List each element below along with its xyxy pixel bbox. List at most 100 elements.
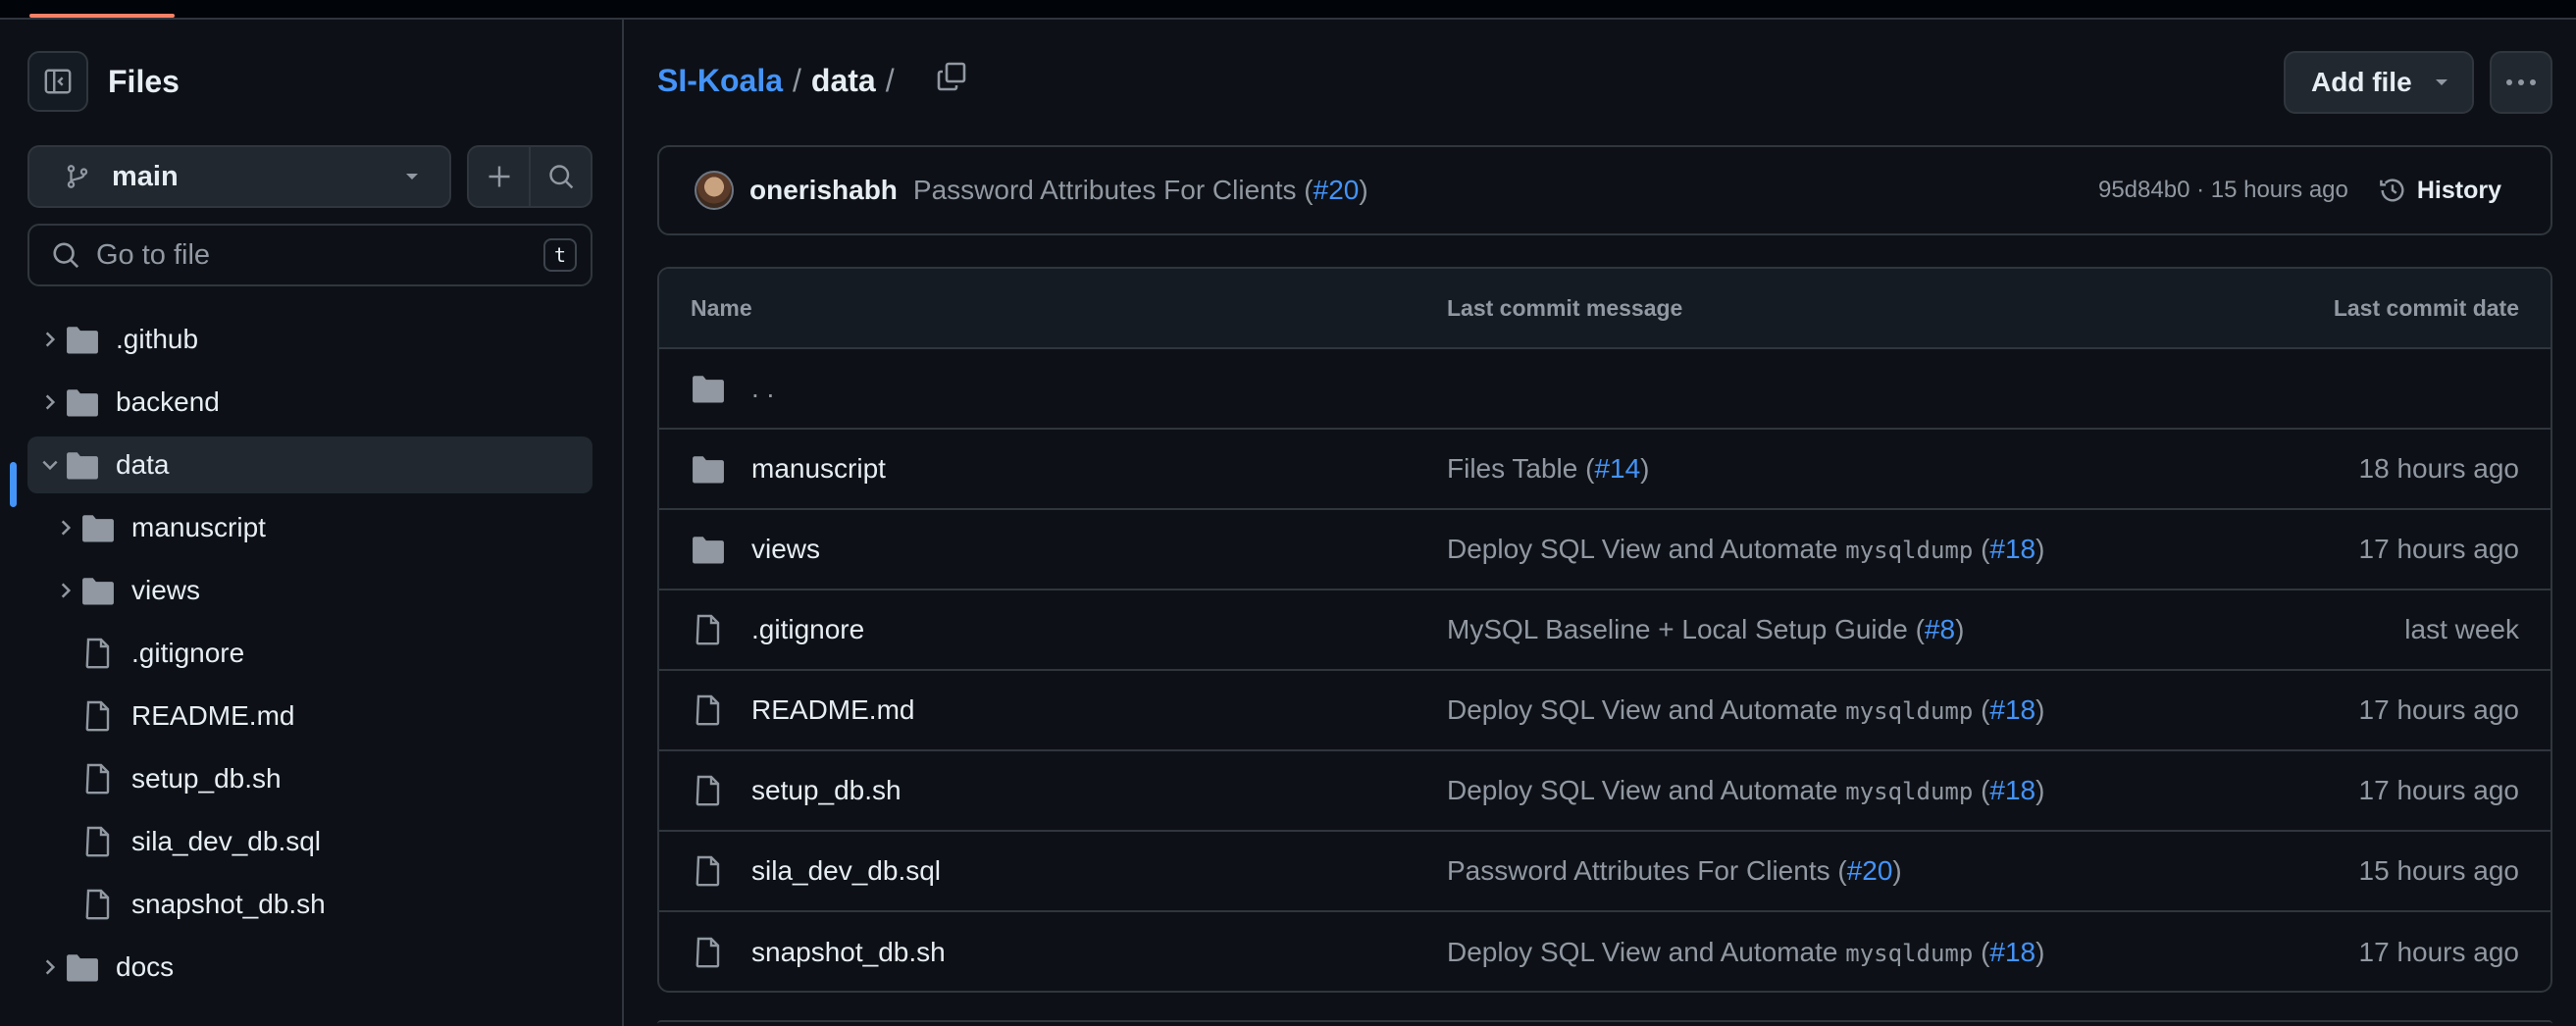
commit-message-text: Deploy SQL View and Automate	[1447, 694, 1846, 725]
tree-item-folder[interactable]: views	[27, 562, 592, 619]
chevron-down-icon[interactable]	[35, 458, 65, 472]
commit-message-cell[interactable]: Files Table (#14)	[1447, 453, 2127, 485]
tree-item-label: data	[116, 449, 170, 480]
commit-pr-link[interactable]: #18	[1989, 534, 2035, 564]
commit-message-end: )	[1892, 855, 1902, 886]
chevron-right-icon[interactable]	[51, 518, 80, 538]
name-cell: README.md	[691, 694, 1447, 726]
commit-pr-link[interactable]: #18	[1989, 775, 2035, 805]
commit-pr-link[interactable]: #8	[1925, 614, 1955, 644]
commit-message-end: )	[1955, 614, 1965, 644]
go-to-file-input[interactable]	[96, 238, 543, 272]
file-name-link[interactable]: manuscript	[751, 453, 886, 485]
commit-message-cell[interactable]: Deploy SQL View and Automate mysqldump (…	[1447, 694, 2127, 726]
avatar[interactable]	[695, 171, 734, 210]
chevron-right-icon[interactable]	[35, 330, 65, 349]
branch-selector[interactable]: main	[27, 145, 451, 208]
file-name-link[interactable]: views	[751, 534, 820, 565]
tree-item-file[interactable]: .gitignore	[27, 625, 592, 682]
commit-pr-link[interactable]: #20	[1847, 855, 1893, 886]
file-name-link[interactable]: snapshot_db.sh	[751, 937, 946, 968]
active-tab-indicator	[29, 14, 175, 18]
file-name-link[interactable]: setup_db.sh	[751, 775, 902, 806]
commit-message-end: )	[1359, 175, 1368, 205]
tree-item-label: backend	[116, 386, 220, 417]
folder-icon	[65, 952, 100, 982]
search-tree-button[interactable]	[531, 147, 591, 206]
commit-message-end: )	[2035, 694, 2045, 725]
commit-sha-time[interactable]: 95d84b0 · 15 hours ago	[2098, 177, 2348, 204]
history-button[interactable]: History	[2378, 176, 2501, 205]
commit-pr-link[interactable]: #18	[1989, 937, 2035, 967]
chevron-down-icon	[406, 174, 418, 180]
chevron-right-icon[interactable]	[35, 392, 65, 412]
commit-message-text: MySQL Baseline + Local Setup Guide (	[1447, 614, 1925, 644]
more-options-button[interactable]	[2490, 51, 2552, 114]
name-cell: snapshot_db.sh	[691, 937, 1447, 968]
tree-item-folder[interactable]: data	[27, 436, 592, 493]
commit-message-text: Password Attributes For Clients (	[912, 175, 1314, 205]
copy-path-button[interactable]	[936, 61, 967, 100]
commit-pr-link[interactable]: #18	[1989, 694, 2035, 725]
sidebar-collapse-icon	[44, 69, 72, 94]
parent-directory-link[interactable]: . .	[751, 373, 774, 404]
commit-message-cell[interactable]: Password Attributes For Clients (#20)	[1447, 855, 2127, 887]
column-header-date: Last commit date	[2333, 294, 2519, 321]
commit-message-text: Deploy SQL View and Automate	[1447, 937, 1846, 967]
commit-message-text: Password Attributes For Clients (	[1447, 855, 1847, 886]
search-icon	[548, 165, 573, 189]
commit-pr-link[interactable]: #20	[1314, 175, 1360, 205]
collapse-sidebar-button[interactable]	[27, 51, 88, 112]
parent-directory-row[interactable]: . .	[659, 349, 2550, 430]
commit-message-end: )	[2035, 937, 2045, 967]
tree-item-label: .gitignore	[131, 638, 245, 668]
commit-message-text: Deploy SQL View and Automate	[1447, 775, 1846, 805]
folder-icon	[80, 576, 116, 605]
file-name-link[interactable]: .gitignore	[751, 614, 864, 645]
commit-pr-link[interactable]: #14	[1594, 453, 1640, 484]
commit-message-cell[interactable]: MySQL Baseline + Local Setup Guide (#8)	[1447, 614, 2127, 645]
add-file-tree-button[interactable]	[469, 147, 531, 206]
top-nav-bar	[0, 0, 2576, 20]
file-icon	[80, 638, 116, 669]
commit-message-cell[interactable]: Deploy SQL View and Automate mysqldump (…	[1447, 534, 2127, 565]
commit-message-cell[interactable]: Deploy SQL View and Automate mysqldump (…	[1447, 937, 2127, 968]
tree-item-file[interactable]: sila_dev_db.sql	[27, 813, 592, 870]
commit-message-cell[interactable]: Deploy SQL View and Automate mysqldump (…	[1447, 775, 2127, 806]
chevron-right-icon[interactable]	[35, 957, 65, 977]
go-to-file-field[interactable]: t	[27, 224, 592, 286]
folder-open-icon	[65, 450, 100, 480]
tree-item-folder[interactable]: backend	[27, 374, 592, 431]
breadcrumb-repo-link[interactable]: SI-Koala	[657, 63, 783, 99]
tree-item-folder[interactable]: docs	[27, 939, 592, 996]
table-row[interactable]: .gitignore MySQL Baseline + Local Setup G…	[659, 590, 2550, 671]
file-name-link[interactable]: README.md	[751, 694, 914, 726]
tree-item-label: manuscript	[131, 512, 266, 542]
tree-item-file[interactable]: README.md	[27, 688, 592, 744]
commit-date-cell: 17 hours ago	[2358, 534, 2519, 564]
table-row[interactable]: views Deploy SQL View and Automate mysqld…	[659, 510, 2550, 590]
chevron-right-icon[interactable]	[51, 581, 80, 600]
tree-item-file[interactable]: snapshot_db.sh	[27, 876, 592, 933]
parent-directory-cell: . .	[691, 373, 1447, 404]
add-file-label: Add file	[2311, 67, 2412, 97]
folder-icon	[80, 513, 116, 542]
commit-message-code: mysqldump	[1845, 940, 1974, 967]
breadcrumb: SI-Koala / data /	[657, 61, 967, 100]
tree-item-folder[interactable]: manuscript	[27, 499, 592, 556]
search-icon	[53, 242, 79, 269]
sidebar-action-buttons	[467, 145, 592, 208]
tree-item-file[interactable]: setup_db.sh	[27, 750, 592, 807]
table-row[interactable]: snapshot_db.sh Deploy SQL View and Automa…	[659, 912, 2550, 991]
commit-message-end: )	[2035, 775, 2045, 805]
add-file-button[interactable]: Add file	[2284, 51, 2474, 114]
table-row[interactable]: README.md Deploy SQL View and Automate my…	[659, 671, 2550, 751]
table-row[interactable]: setup_db.sh Deploy SQL View and Automate …	[659, 751, 2550, 832]
commit-author-link[interactable]: onerishabh	[749, 175, 898, 206]
breadcrumb-separator: /	[885, 62, 895, 98]
table-row[interactable]: manuscript Files Table (#14) 18 hours ago	[659, 430, 2550, 510]
table-row[interactable]: sila_dev_db.sql Password Attributes For C…	[659, 832, 2550, 912]
tree-item-folder[interactable]: .github	[27, 311, 592, 368]
file-name-link[interactable]: sila_dev_db.sql	[751, 855, 941, 887]
commit-message[interactable]: Password Attributes For Clients (#20)	[913, 175, 2098, 206]
